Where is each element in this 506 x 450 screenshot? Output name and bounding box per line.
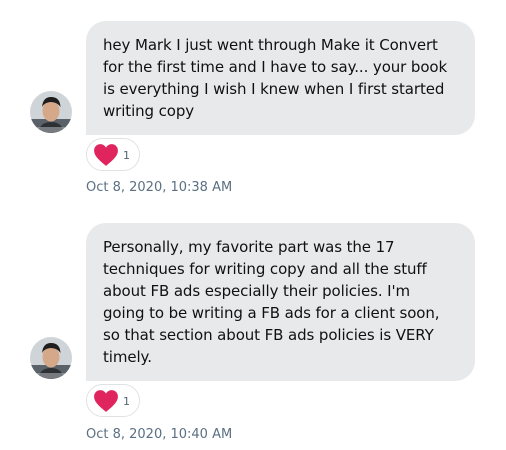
heart-icon — [94, 389, 118, 412]
heart-icon — [94, 143, 118, 166]
reaction-count: 1 — [123, 395, 130, 408]
message-bubble[interactable]: hey Mark I just went through Make it Con… — [86, 21, 475, 135]
reaction-badge[interactable]: 1 — [86, 384, 140, 417]
avatar-image — [30, 337, 72, 379]
avatar[interactable] — [30, 91, 72, 133]
reaction-badge[interactable]: 1 — [86, 138, 140, 171]
message-timestamp: Oct 8, 2020, 10:38 AM — [86, 180, 233, 195]
message-bubble[interactable]: Personally, my favorite part was the 17 … — [86, 223, 475, 381]
avatar-image — [30, 91, 72, 133]
message-timestamp: Oct 8, 2020, 10:40 AM — [86, 427, 233, 442]
message-text: hey Mark I just went through Make it Con… — [103, 36, 448, 120]
avatar[interactable] — [30, 337, 72, 379]
reaction-count: 1 — [123, 149, 130, 162]
message-text: Personally, my favorite part was the 17 … — [103, 238, 440, 366]
